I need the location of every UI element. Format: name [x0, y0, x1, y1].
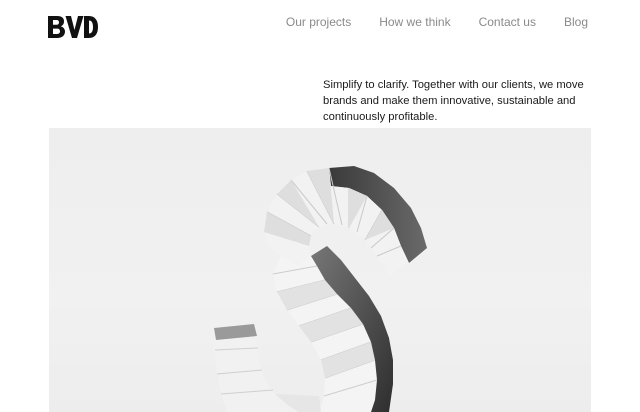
folded-paper-s-sculpture [214, 166, 427, 412]
nav-link-blog[interactable]: Blog [564, 15, 588, 29]
bvd-logo[interactable] [48, 16, 98, 38]
intro-text: Simplify to clarify. Together with our c… [323, 79, 584, 123]
nav-link-how-we-think[interactable]: How we think [379, 15, 450, 29]
nav-link-our-projects[interactable]: Our projects [286, 15, 351, 29]
main-nav: Our projects How we think Contact us Blo… [286, 15, 588, 29]
nav-link-contact-us[interactable]: Contact us [479, 15, 536, 29]
hero-image [49, 128, 591, 412]
